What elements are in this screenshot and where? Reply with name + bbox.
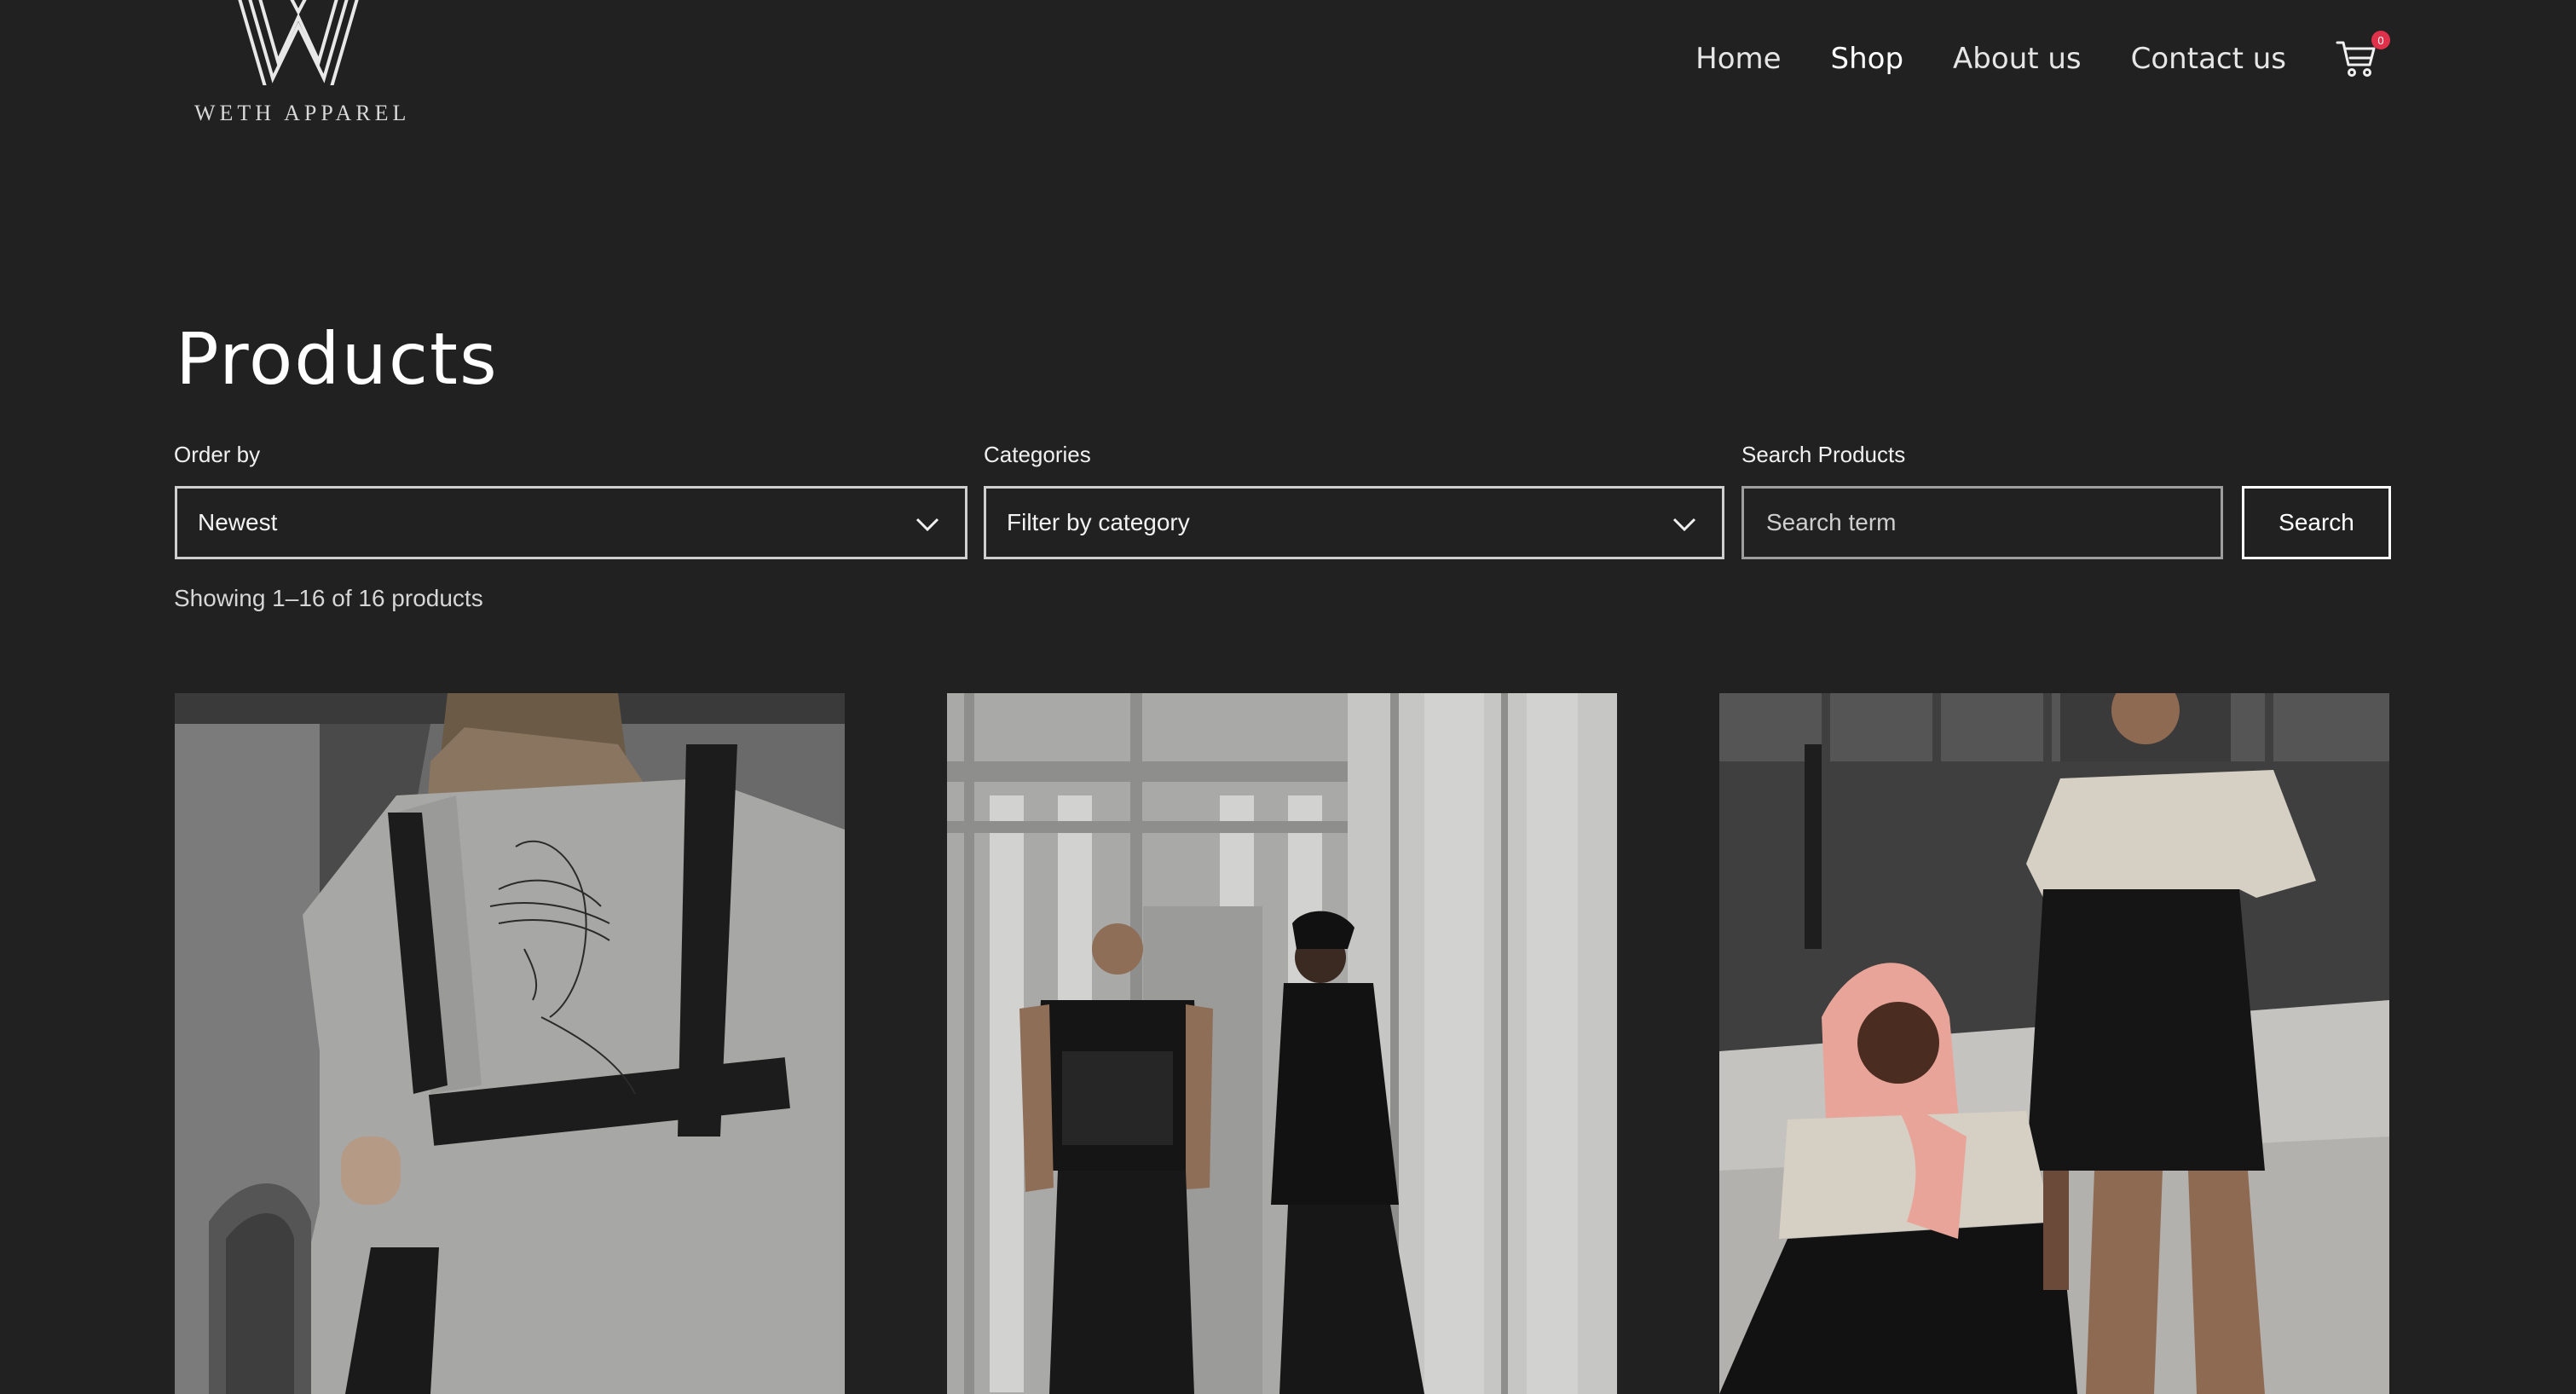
shop-page: WETH APPAREL Home Shop About us Contact … <box>0 0 2576 1394</box>
nav-shop[interactable]: Shop <box>1831 42 1904 76</box>
product-image <box>1719 693 2389 1394</box>
product-image <box>947 693 1617 1394</box>
order-by-label: Order by <box>174 442 261 467</box>
brand-name: WETH APPAREL <box>194 101 411 125</box>
search-input[interactable] <box>1741 486 2223 559</box>
nav-contact[interactable]: Contact us <box>2131 42 2286 76</box>
chevron-down-icon <box>1672 518 1696 532</box>
product-card[interactable] <box>947 693 1617 1394</box>
result-count: Showing 1–16 of 16 products <box>174 585 483 611</box>
category-value: Filter by category <box>1007 509 1190 535</box>
w-logo-icon <box>238 0 359 85</box>
cart-button[interactable]: 0 <box>2336 31 2390 80</box>
brand-logo[interactable]: WETH APPAREL <box>188 0 426 136</box>
category-select[interactable]: Filter by category <box>984 486 1724 559</box>
main-nav: Home Shop About us Contact us 0 <box>1646 31 2390 80</box>
cart-count-badge: 0 <box>2371 31 2390 49</box>
nav-home[interactable]: Home <box>1695 42 1781 76</box>
search-label: Search Products <box>1741 442 1906 467</box>
order-by-value: Newest <box>198 509 278 535</box>
nav-about[interactable]: About us <box>1953 42 2082 76</box>
page-title: Products <box>176 317 499 401</box>
product-image <box>175 693 845 1394</box>
categories-label: Categories <box>984 442 1091 467</box>
chevron-down-icon <box>915 518 939 532</box>
order-by-select[interactable]: Newest <box>175 486 967 559</box>
product-card[interactable] <box>1719 693 2389 1394</box>
product-card[interactable] <box>175 693 845 1394</box>
search-button[interactable]: Search <box>2242 486 2391 559</box>
